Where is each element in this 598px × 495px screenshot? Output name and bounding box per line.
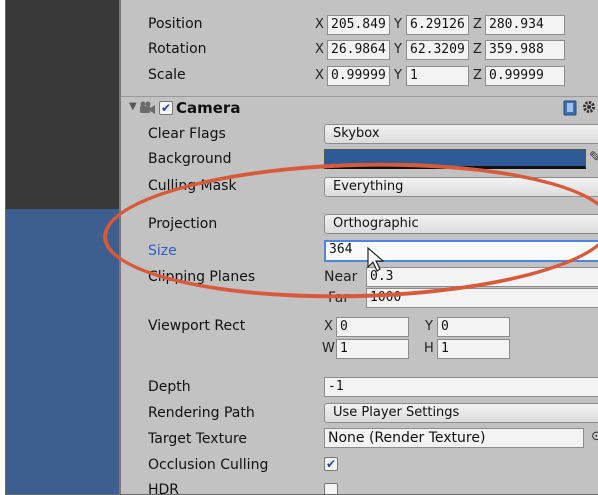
scale-z-field[interactable]: 0.99999 (485, 66, 565, 86)
scene-panel-dark (6, 0, 119, 209)
depth-field[interactable]: -1 (324, 377, 598, 397)
position-z-axis: Z (473, 17, 482, 32)
culling-mask-dropdown[interactable]: Everything ⇕ (324, 177, 598, 197)
near-label: Near (324, 269, 358, 285)
culling-mask-label: Culling Mask (148, 178, 237, 194)
viewport-y-label: Y (425, 319, 433, 334)
size-field[interactable]: 364 (324, 240, 598, 262)
hdr-checkbox[interactable] (324, 483, 338, 494)
rotation-x-axis: X (315, 42, 324, 57)
rendering-path-dropdown[interactable]: Use Player Settings ⇕ (324, 403, 598, 423)
scene-view[interactable] (6, 209, 119, 494)
far-label: Far (328, 290, 350, 306)
occlusion-culling-checkbox[interactable]: ✔ (324, 457, 338, 471)
scale-z-axis: Z (473, 68, 482, 83)
rendering-path-value: Use Player Settings (333, 405, 460, 420)
projection-label: Projection (148, 216, 218, 232)
viewport-x-label: X (324, 319, 333, 334)
viewport-w-label: W (322, 341, 335, 356)
background-color-swatch[interactable] (324, 149, 586, 169)
scale-y-axis: Y (394, 68, 402, 83)
culling-mask-value: Everything (333, 179, 404, 194)
rotation-y-field[interactable]: 62.3209 (406, 40, 469, 60)
viewport-w-field[interactable]: 1 (336, 339, 409, 359)
occlusion-culling-label: Occlusion Culling (148, 457, 269, 473)
component-divider (121, 96, 598, 97)
viewport-x-field[interactable]: 0 (336, 317, 409, 337)
viewport-h-label: H (424, 341, 434, 356)
position-z-field[interactable]: 280.934 (485, 15, 565, 35)
position-x-axis: X (315, 17, 324, 32)
gear-icon[interactable] (582, 100, 596, 114)
clear-flags-label: Clear Flags (148, 126, 226, 142)
clear-flags-value: Skybox (333, 126, 380, 141)
foldout-arrow-icon[interactable]: ▼ (129, 101, 137, 112)
camera-icon (140, 101, 155, 114)
clear-flags-dropdown[interactable]: Skybox ⇕ (324, 124, 598, 144)
object-picker-icon[interactable]: ⊙ (591, 429, 598, 444)
help-book-icon[interactable] (563, 100, 577, 116)
position-label: Position (148, 16, 203, 32)
hdr-label: HDR (148, 482, 180, 495)
rotation-y-axis: Y (394, 42, 402, 57)
rotation-x-field[interactable]: 26.9864 (327, 40, 390, 60)
scale-x-field[interactable]: 0.99999 (327, 66, 390, 86)
viewport-rect-label: Viewport Rect (148, 318, 246, 334)
viewport-h-field[interactable]: 1 (437, 339, 510, 359)
camera-title: Camera (176, 99, 241, 117)
inspector-panel: Position X 205.849 Y 6.29126 Z 280.934 R… (101, 0, 598, 495)
near-field[interactable]: 0.3 (366, 267, 598, 287)
size-label: Size (148, 243, 177, 259)
viewport-y-field[interactable]: 0 (437, 317, 510, 337)
rendering-path-label: Rendering Path (148, 405, 255, 421)
unity-editor-window: Position X 205.849 Y 6.29126 Z 280.934 R… (5, 0, 598, 495)
position-y-field[interactable]: 6.29126 (406, 15, 469, 35)
rotation-z-axis: Z (473, 42, 482, 57)
scale-x-axis: X (315, 68, 324, 83)
projection-dropdown[interactable]: Orthographic ⇕ (324, 214, 598, 234)
scale-label: Scale (148, 67, 186, 83)
projection-value: Orthographic (333, 216, 419, 231)
rotation-z-field[interactable]: 359.988 (485, 40, 565, 60)
background-label: Background (148, 151, 232, 167)
position-x-field[interactable]: 205.849 (327, 15, 390, 35)
rotation-label: Rotation (148, 41, 207, 57)
scale-y-field[interactable]: 1 (406, 66, 469, 86)
clipping-planes-label: Clipping Planes (148, 269, 256, 285)
far-field[interactable]: 1000 (366, 288, 598, 308)
camera-enabled-checkbox[interactable]: ✔ (159, 101, 173, 115)
eyedropper-icon[interactable]: ✎ (589, 148, 598, 166)
position-y-axis: Y (394, 17, 402, 32)
depth-label: Depth (148, 379, 191, 395)
target-texture-field[interactable]: None (Render Texture) (324, 428, 584, 448)
target-texture-label: Target Texture (148, 431, 248, 447)
